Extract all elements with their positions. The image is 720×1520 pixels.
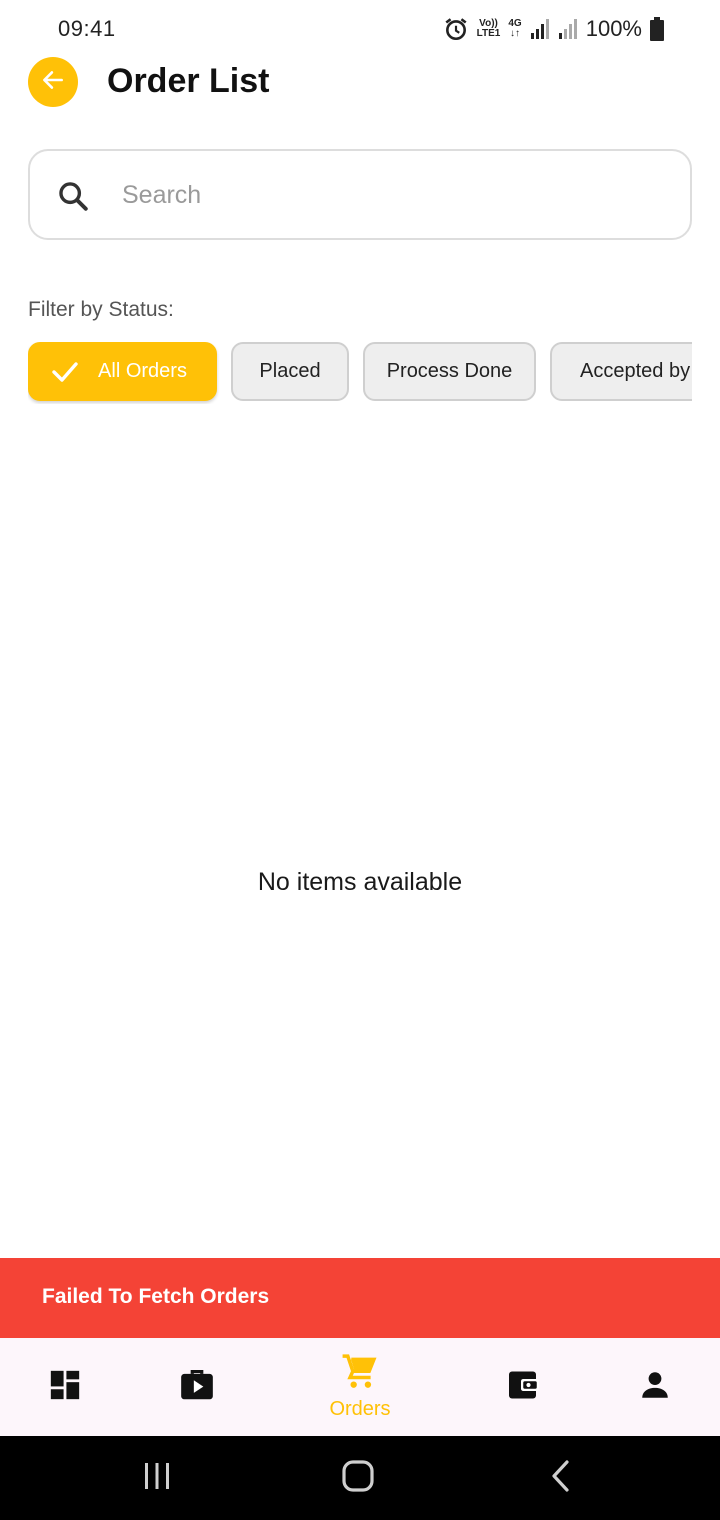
error-snackbar: Failed To Fetch Orders — [0, 1258, 720, 1338]
battery-icon — [650, 17, 664, 41]
nav-label-orders: Orders — [329, 1398, 391, 1420]
search-icon — [56, 179, 90, 218]
alarm-icon — [443, 16, 469, 42]
network-type: 4G ↓↑ — [508, 18, 522, 39]
page-title: Order List — [107, 62, 270, 100]
snackbar-message: Failed To Fetch Orders — [42, 1285, 270, 1308]
search-input[interactable] — [122, 173, 662, 217]
back-button[interactable] — [28, 57, 78, 107]
volte-indicator: Vo)) LTE1 — [476, 18, 501, 39]
bottom-navigation: Orders — [0, 1338, 720, 1436]
chip-label: Accepted by — [580, 360, 691, 382]
cart-icon — [341, 1353, 379, 1396]
signal-icon — [530, 18, 550, 40]
wallet-icon — [506, 1367, 542, 1408]
signal-icon-2 — [558, 18, 578, 40]
chip-accepted-by[interactable]: Accepted by — [550, 342, 692, 401]
battery-percentage: 100% — [585, 16, 642, 41]
chip-label: All Orders — [98, 360, 187, 382]
app-header: Order List — [0, 56, 720, 112]
chip-all-orders[interactable]: All Orders — [28, 342, 217, 401]
status-filter-chips[interactable]: All Orders Placed Process Done Accepted … — [28, 342, 692, 404]
check-icon — [52, 361, 78, 383]
dashboard-icon — [48, 1368, 82, 1407]
chip-label: Process Done — [386, 360, 513, 382]
recent-apps-button[interactable] — [126, 1436, 188, 1520]
filter-label: Filter by Status: — [28, 298, 174, 321]
nav-item-dashboard[interactable] — [36, 1338, 94, 1436]
system-navigation-bar — [0, 1436, 720, 1520]
status-icons: Vo)) LTE1 4G ↓↑ 100% — [443, 14, 664, 44]
arrow-left-icon — [40, 67, 66, 98]
chip-placed[interactable]: Placed — [231, 342, 349, 401]
home-button[interactable] — [326, 1436, 390, 1520]
system-back-button[interactable] — [530, 1436, 590, 1520]
work-play-icon — [178, 1366, 216, 1409]
home-icon — [341, 1459, 375, 1498]
recent-apps-icon — [142, 1461, 172, 1496]
status-bar: 09:41 Vo)) LTE1 4G ↓↑ 100% — [0, 0, 720, 56]
search-box[interactable] — [28, 149, 692, 240]
nav-item-profile[interactable] — [626, 1338, 684, 1436]
chip-label: Placed — [259, 360, 321, 382]
chip-process-done[interactable]: Process Done — [363, 342, 536, 401]
empty-state-message: No items available — [257, 868, 463, 896]
nav-item-work[interactable] — [168, 1338, 226, 1436]
nav-item-orders[interactable]: Orders — [310, 1338, 410, 1436]
data-arrows-icon: ↓↑ — [510, 28, 521, 39]
status-time: 09:41 — [58, 16, 116, 41]
chevron-left-icon — [549, 1459, 571, 1498]
nav-item-wallet[interactable] — [495, 1338, 553, 1436]
person-icon — [638, 1368, 672, 1407]
